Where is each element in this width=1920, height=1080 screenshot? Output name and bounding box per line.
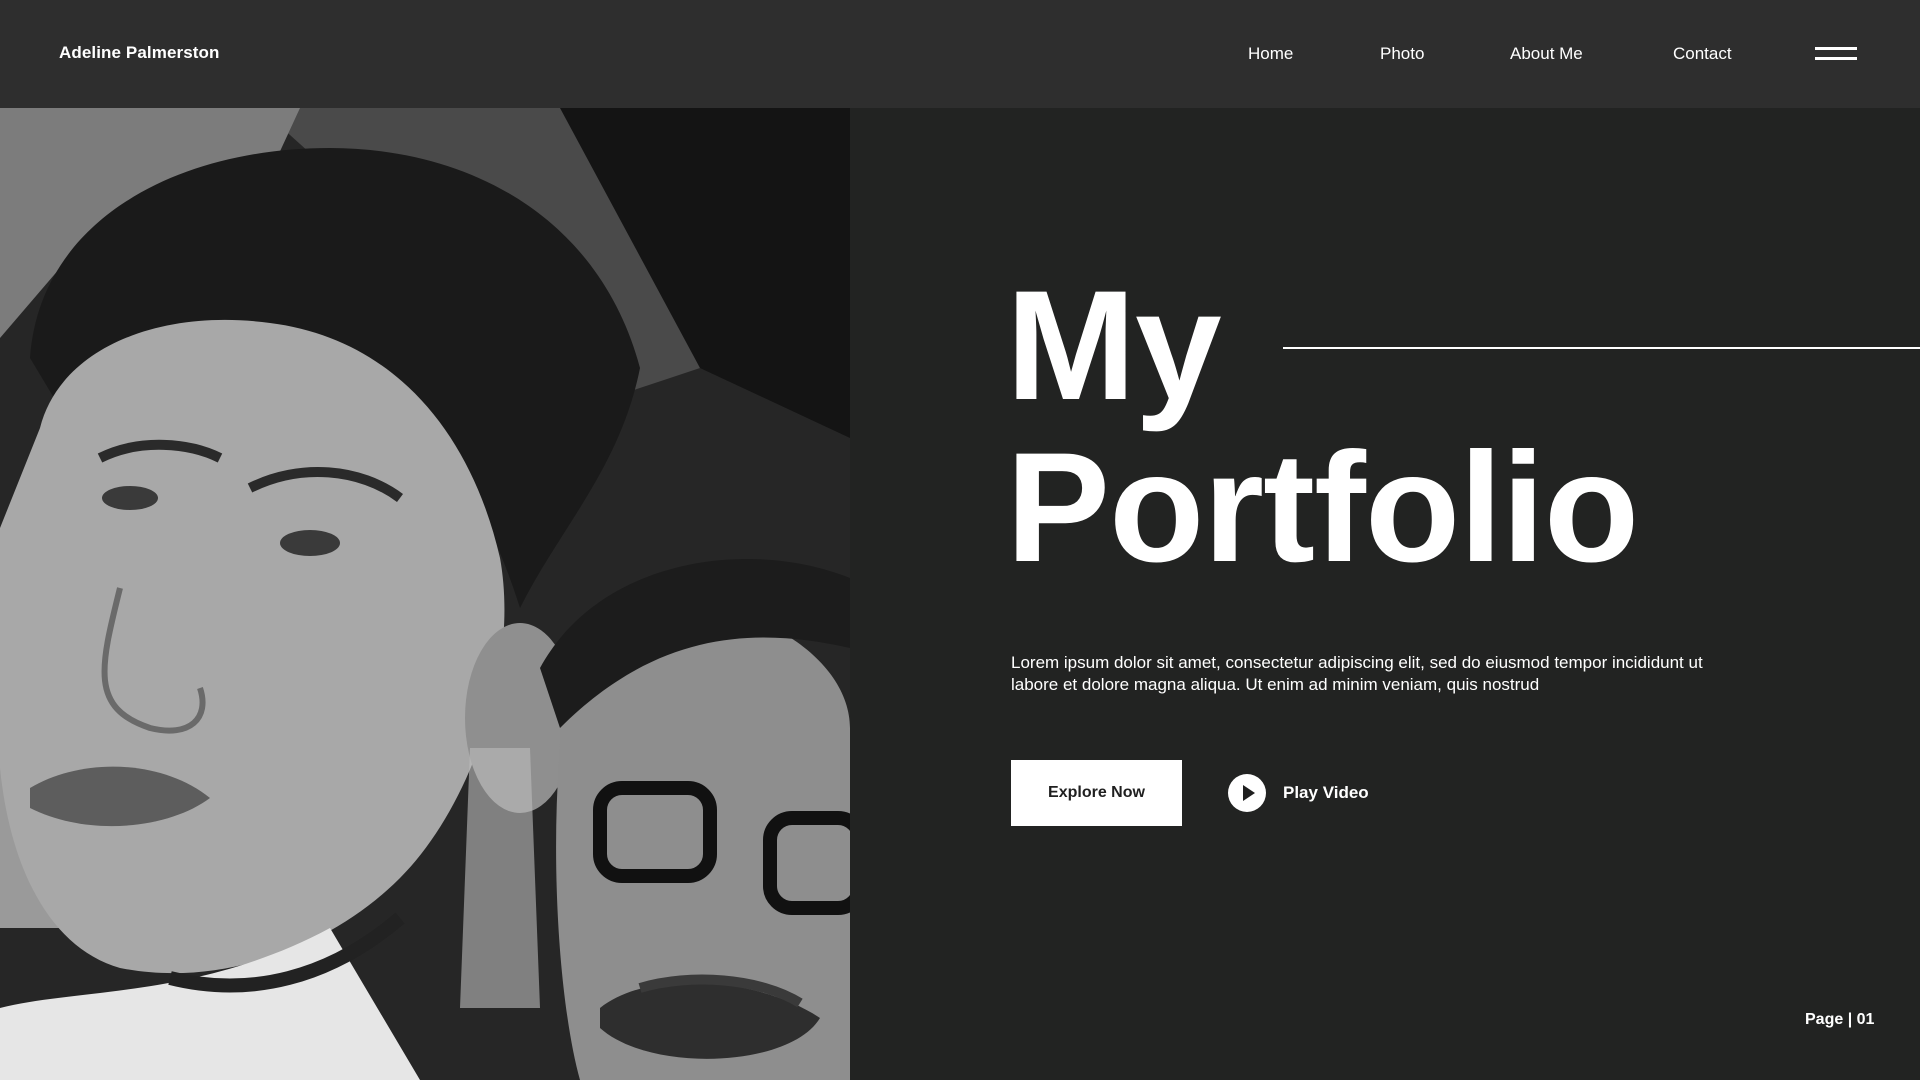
play-icon[interactable] <box>1228 774 1266 812</box>
hero-description: Lorem ipsum dolor sit amet, consectetur … <box>1011 653 1703 694</box>
nav-about-me[interactable]: About Me <box>1510 44 1583 64</box>
play-video-button[interactable]: Play Video <box>1228 774 1369 812</box>
hamburger-icon[interactable] <box>1814 44 1858 64</box>
nav-home[interactable]: Home <box>1248 44 1293 64</box>
nav-contact[interactable]: Contact <box>1673 44 1732 64</box>
top-navigation-bar: Adeline Palmerston Home Photo About Me C… <box>0 0 1920 108</box>
play-video-label[interactable]: Play Video <box>1283 783 1369 803</box>
nav-photo[interactable]: Photo <box>1380 44 1424 64</box>
brand-name[interactable]: Adeline Palmerston <box>59 43 220 63</box>
page-indicator: Page | 01 <box>1805 1011 1875 1028</box>
portrait-photo <box>0 108 850 1080</box>
hero-title-line-1: My <box>1006 259 1222 433</box>
hero-title-line-2: Portfolio <box>1006 421 1639 595</box>
title-divider-line <box>1283 347 1920 349</box>
explore-now-button[interactable]: Explore Now <box>1011 760 1182 826</box>
